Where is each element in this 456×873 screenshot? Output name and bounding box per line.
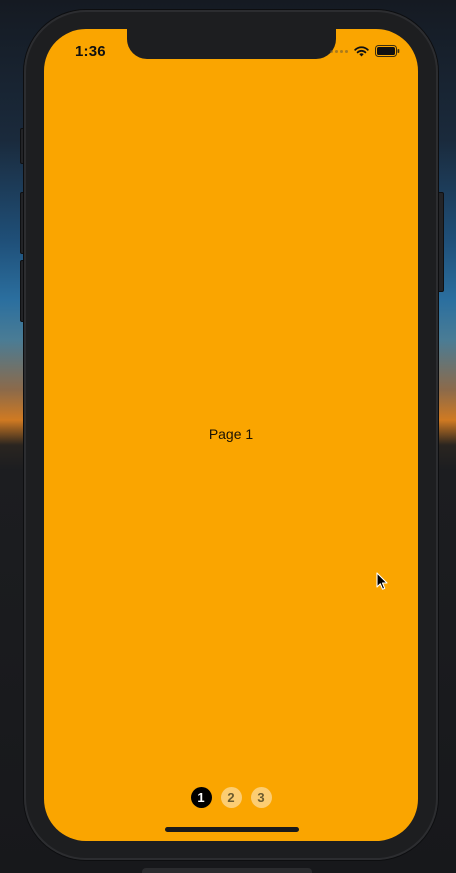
device-notch: [127, 29, 336, 59]
page-title: Page 1: [208, 426, 254, 442]
page-dot-2[interactable]: 2: [220, 787, 242, 808]
power-button: [437, 192, 444, 292]
wifi-icon: [354, 45, 369, 57]
cellular-signal-icon: [330, 49, 348, 53]
home-indicator[interactable]: [165, 827, 299, 832]
page-indicator[interactable]: 1 2 3: [44, 787, 418, 808]
pointer-cursor-icon: [376, 572, 389, 596]
window-edge: [142, 868, 312, 873]
page-dot-1[interactable]: 1: [190, 787, 212, 808]
battery-icon: [375, 45, 400, 57]
status-time: 1:36: [75, 43, 106, 60]
page-dot-3[interactable]: 3: [250, 787, 272, 808]
status-icons: [330, 45, 400, 57]
app-screen[interactable]: 1:36 Page 1 1 2 3: [44, 29, 418, 841]
